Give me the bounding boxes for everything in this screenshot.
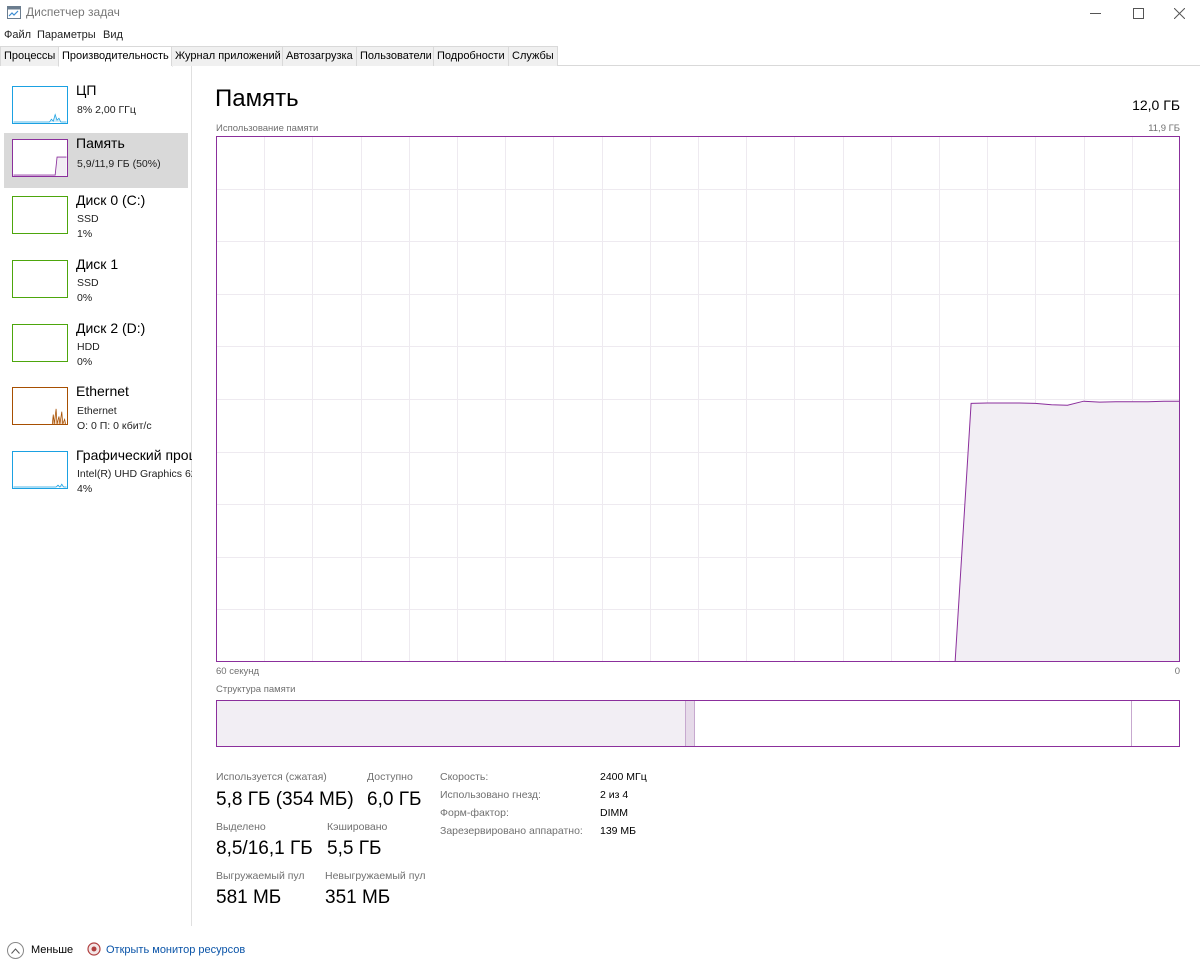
- sidebar-item-title: ЦП: [76, 82, 97, 98]
- sidebar-item-memory[interactable]: Память 5,9/11,9 ГБ (50%): [4, 133, 188, 188]
- hardware-reserved-value: 139 МБ: [600, 825, 637, 837]
- sidebar-item-disk0[interactable]: Диск 0 (C:) SSD 1%: [4, 190, 188, 245]
- memory-thumbnail-graph: [12, 139, 68, 177]
- in-use-label: Используется (сжатая): [216, 771, 327, 783]
- tab-performance[interactable]: Производительность: [58, 46, 173, 67]
- chart-area-fill: [955, 401, 1180, 662]
- menu-options[interactable]: Параметры: [37, 29, 96, 41]
- ethernet-thumbnail-graph: [12, 387, 68, 425]
- committed-value: 8,5/16,1 ГБ: [216, 838, 313, 859]
- maximize-button[interactable]: [1115, 0, 1161, 26]
- minimize-icon: [1089, 12, 1101, 14]
- tab-processes[interactable]: Процессы: [0, 46, 60, 66]
- sidebar-item-gpu[interactable]: Графический процессор Intel(R) UHD Graph…: [4, 445, 192, 500]
- minimize-button[interactable]: [1072, 0, 1118, 26]
- maximize-icon: [1132, 7, 1144, 19]
- sidebar-item-cpu[interactable]: ЦП 8% 2,00 ГГц: [4, 80, 188, 135]
- sidebar-item-title: Ethernet: [76, 383, 129, 399]
- structure-label: Структура памяти: [216, 684, 296, 695]
- paged-pool-value: 581 МБ: [216, 887, 282, 908]
- tab-users[interactable]: Пользователи: [356, 46, 436, 66]
- sidebar-item-sub: Ethernet: [77, 405, 117, 417]
- page-title: Память: [215, 85, 299, 112]
- tab-startup[interactable]: Автозагрузка: [282, 46, 357, 66]
- x-axis-right-label: 0: [1174, 666, 1180, 677]
- speed-value: 2400 МГц: [600, 771, 647, 783]
- tab-services[interactable]: Службы: [508, 46, 558, 66]
- sidebar-item-disk2[interactable]: Диск 2 (D:) HDD 0%: [4, 318, 188, 373]
- sidebar-item-sub2: 0%: [77, 292, 93, 304]
- memory-segment-in-use: [217, 701, 687, 746]
- menu-bar: Файл Параметры Вид: [0, 27, 1200, 45]
- form-factor-label: Форм-фактор:: [440, 807, 509, 819]
- nonpaged-pool-value: 351 МБ: [325, 887, 391, 908]
- memory-segment-free: [1131, 701, 1179, 746]
- slots-value: 2 из 4: [600, 789, 629, 801]
- form-factor-value: DIMM: [600, 807, 628, 819]
- nonpaged-pool-label: Невыгружаемый пул: [325, 870, 426, 882]
- gpu-thumbnail-graph: [12, 451, 68, 489]
- slots-label: Использовано гнезд:: [440, 789, 541, 801]
- sidebar-item-title: Диск 0 (C:): [76, 192, 146, 208]
- memory-segment-standby: [695, 701, 1132, 746]
- sidebar-item-sub: Intel(R) UHD Graphics 620: [77, 468, 192, 480]
- memory-usage-chart: [216, 136, 1180, 662]
- resource-monitor-icon[interactable]: [87, 942, 101, 956]
- sidebar-item-title: Память: [76, 135, 125, 151]
- sidebar-item-title: Диск 2 (D:): [76, 320, 146, 336]
- menu-file[interactable]: Файл: [4, 29, 31, 41]
- task-manager-icon: [7, 6, 21, 19]
- sidebar-item-title: Графический процессор: [76, 447, 192, 463]
- paged-pool-label: Выгружаемый пул: [216, 870, 305, 882]
- sidebar-item-sub: 8% 2,00 ГГц: [77, 104, 136, 116]
- committed-label: Выделено: [216, 821, 266, 833]
- speed-label: Скорость:: [440, 771, 489, 783]
- x-axis-left-label: 60 секунд: [216, 666, 260, 677]
- graph-max-label: 11,9 ГБ: [1148, 123, 1180, 134]
- memory-segment-modified: [686, 701, 696, 746]
- sidebar-item-sub: SSD: [77, 213, 99, 225]
- hardware-reserved-label: Зарезервировано аппаратно:: [440, 825, 583, 837]
- sidebar-item-title: Диск 1: [76, 256, 119, 272]
- tab-app-history[interactable]: Журнал приложений: [171, 46, 285, 66]
- tab-details[interactable]: Подробности: [433, 46, 509, 66]
- menu-view[interactable]: Вид: [103, 29, 123, 41]
- in-use-value: 5,8 ГБ (354 МБ): [216, 789, 354, 810]
- title-bar: Диспетчер задач: [0, 0, 1200, 26]
- cached-label: Кэшировано: [327, 821, 388, 833]
- memory-composition-bar: [216, 700, 1180, 747]
- disk0-thumbnail-graph: [12, 196, 68, 234]
- open-resource-monitor-link[interactable]: Открыть монитор ресурсов: [106, 944, 245, 956]
- tab-bar: Процессы Производительность Журнал прило…: [0, 46, 1200, 67]
- sidebar-item-sub: HDD: [77, 341, 100, 353]
- available-value: 6,0 ГБ: [367, 789, 422, 810]
- disk1-thumbnail-graph: [12, 260, 68, 298]
- graph-label: Использование памяти: [216, 123, 319, 134]
- sidebar-item-sub: 5,9/11,9 ГБ (50%): [77, 158, 161, 170]
- disk2-thumbnail-graph: [12, 324, 68, 362]
- cpu-thumbnail-graph: [12, 86, 68, 124]
- footer: Меньше Открыть монитор ресурсов: [0, 938, 1200, 970]
- close-button[interactable]: [1156, 0, 1200, 26]
- cached-value: 5,5 ГБ: [327, 838, 382, 859]
- chevron-up-icon[interactable]: [7, 942, 24, 959]
- available-label: Доступно: [367, 771, 413, 783]
- performance-sidebar: ЦП 8% 2,00 ГГц Память 5,9/11,9 ГБ (50%) …: [0, 66, 192, 926]
- sidebar-item-disk1[interactable]: Диск 1 SSD 0%: [4, 254, 188, 309]
- sidebar-item-sub2: О: 0 П: 0 кбит/с: [77, 420, 152, 432]
- total-memory: 12,0 ГБ: [1132, 97, 1180, 113]
- sidebar-item-sub: SSD: [77, 277, 99, 289]
- sidebar-item-sub2: 1%: [77, 228, 93, 240]
- fewer-details-button[interactable]: Меньше: [31, 944, 73, 956]
- sidebar-item-sub2: 0%: [77, 356, 93, 368]
- sidebar-item-ethernet[interactable]: Ethernet Ethernet О: 0 П: 0 кбит/с: [4, 381, 188, 436]
- window-title: Диспетчер задач: [26, 5, 120, 19]
- close-icon: [1173, 7, 1185, 19]
- sidebar-item-sub2: 4%: [77, 483, 93, 495]
